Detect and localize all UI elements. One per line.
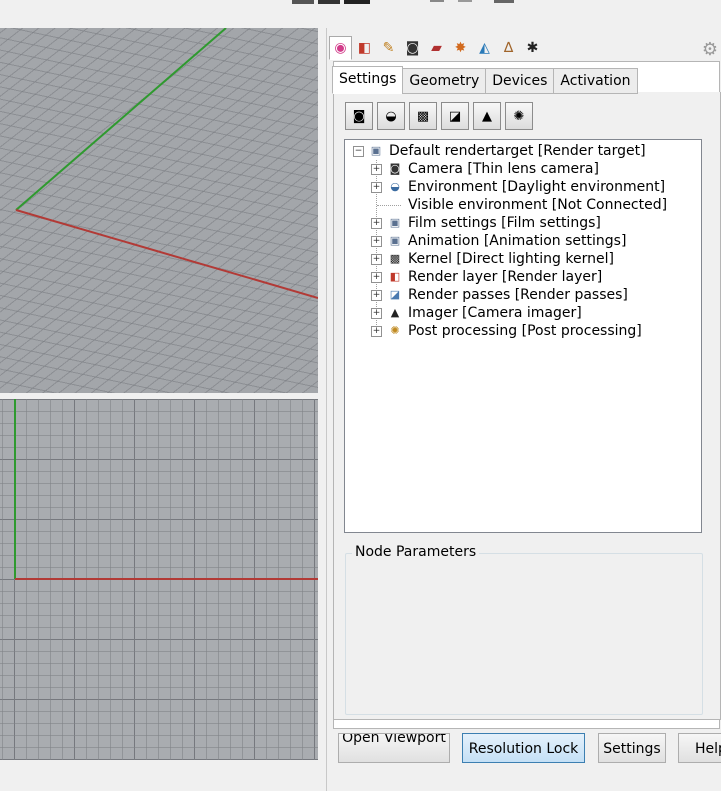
tree-node[interactable]: + ◙ Camera [Thin lens camera] [345,160,685,178]
perspective-axes [15,28,318,299]
collapse-icon[interactable]: − [353,146,364,157]
environment-button[interactable]: ◒ [377,102,405,130]
render-target-icon: ▣ [370,144,382,157]
front-viewport[interactable] [0,399,318,760]
wand-icon: ∆ [503,40,514,56]
icon-tab-burst-icon[interactable]: ✸ [449,36,472,60]
icon-tab-strip: ◉ ◧ ✎ ◙ ▰ ✸ ◭ ∆ ✱ [329,36,545,60]
expand-icon[interactable]: + [371,254,382,265]
tree-node[interactable]: + ▩ Kernel [Direct lighting kernel] [345,250,685,268]
open-viewport-button[interactable]: Open Viewport [338,733,450,763]
kernel-icon: ▩ [416,108,430,124]
imager-icon: ▲ [390,306,400,319]
tree-node-label: Render layer [Render layer] [408,269,603,285]
top-toolbar-strip [0,0,721,28]
top-toolbar-clipped-icons [292,0,514,4]
post-processing-icon: ✺ [513,108,525,124]
settings-tabs: Settings Geometry Devices Activation [332,66,638,94]
tree-node[interactable]: + ◒ Environment [Daylight environment] [345,178,685,196]
y-axis-line [15,28,227,211]
tree-root-node[interactable]: − ▣ Default rendertarget [Render target] [345,142,685,160]
open-viewport-label: Open Viewport [342,733,446,746]
objects-icon: ◭ [479,40,490,56]
tab-geometry[interactable]: Geometry [402,68,487,94]
edit-icon: ✎ [382,40,395,56]
tree-node[interactable]: + ✺ Post processing [Post processing] [345,322,685,340]
expand-icon[interactable]: + [371,308,382,319]
animation-icon: ▣ [389,234,401,247]
tree-node[interactable]: + ◪ Render passes [Render passes] [345,286,685,304]
camera-icon: ◙ [389,162,401,175]
kernel-icon: ▩ [389,252,401,265]
tree-node[interactable]: + ▣ Film settings [Film settings] [345,214,685,232]
camera-icon: ◙ [352,108,366,124]
help-button[interactable]: Help [678,733,721,763]
tree-node-label: Environment [Daylight environment] [408,179,666,195]
gear-icon[interactable]: ⚙ [702,39,718,60]
imager-icon: ▲ [482,108,492,124]
tree-node-label: Render passes [Render passes] [408,287,628,303]
tab-settings[interactable]: Settings [332,66,404,94]
resolution-lock-button[interactable]: Resolution Lock [462,733,585,763]
tree-node[interactable]: + ◧ Render layer [Render layer] [345,268,685,286]
settings-button[interactable]: Settings [598,733,666,763]
expand-icon[interactable]: + [371,236,382,247]
render-passes-icon: ◪ [448,108,462,124]
icon-tab-wand-icon[interactable]: ∆ [497,36,520,60]
post-processing-button[interactable]: ✺ [505,102,533,130]
render-passes-button[interactable]: ◪ [441,102,469,130]
expand-icon[interactable]: + [371,290,382,301]
book-icon: ▰ [431,40,442,56]
node-parameters-title: Node Parameters [352,544,480,560]
expand-icon[interactable]: + [371,182,382,193]
tree-node-label: Animation [Animation settings] [408,233,627,249]
kernel-button[interactable]: ▩ [409,102,437,130]
icon-tab-objects-icon[interactable]: ◭ [473,36,496,60]
node-tree[interactable]: − ▣ Default rendertarget [Render target] + ◙… [344,139,702,533]
expand-icon[interactable]: + [371,272,382,283]
render-passes-icon: ◪ [389,288,401,301]
tree-root-label: Default rendertarget [Render target] [389,143,646,159]
node-parameters-group [345,553,703,715]
film-icon: ▣ [389,216,401,229]
tab-activation[interactable]: Activation [553,68,638,94]
tree-guide-line [377,205,401,206]
tree-node[interactable]: + ▣ Animation [Animation settings] [345,232,685,250]
icon-tab-book-icon[interactable]: ▰ [425,36,448,60]
tree-node-label: Camera [Thin lens camera] [408,161,599,177]
node-toolbar: ◙ ◒ ▩ ◪ ▲ ✺ [345,102,537,130]
render-layer-icon: ◧ [389,270,401,283]
x-axis-line [15,209,318,299]
materials-icon: ◧ [357,40,372,56]
star-gear-icon: ✱ [526,40,539,56]
color-wheel-icon: ◉ [334,40,347,56]
expand-icon[interactable]: + [371,218,382,229]
tree-node[interactable]: + ▲ Imager [Camera imager] [345,304,685,322]
tree-node[interactable]: Visible environment [Not Connected] [345,196,685,214]
burst-icon: ✸ [454,40,467,56]
icon-tab-star-gear-icon[interactable]: ✱ [521,36,544,60]
expand-icon[interactable]: + [371,326,382,337]
tree-node-label: Kernel [Direct lighting kernel] [408,251,614,267]
tree-node-label: Film settings [Film settings] [408,215,601,231]
imager-button[interactable]: ▲ [473,102,501,130]
expand-icon[interactable]: + [371,164,382,175]
post-processing-icon: ✺ [390,324,400,337]
icon-tab-color-wheel-icon[interactable]: ◉ [329,36,352,60]
icon-tab-materials-icon[interactable]: ◧ [353,36,376,60]
icon-tab-edit-icon[interactable]: ✎ [377,36,400,60]
tab-devices[interactable]: Devices [485,68,555,94]
tree-node-label: Imager [Camera imager] [408,305,582,321]
camera-button[interactable]: ◙ [345,102,373,130]
icon-tab-camera-icon[interactable]: ◙ [401,36,424,60]
environment-icon: ◒ [390,180,400,193]
environment-icon: ◒ [385,108,397,124]
tree-node-label: Post processing [Post processing] [408,323,642,339]
perspective-viewport[interactable] [0,28,318,393]
front-axes [14,399,318,580]
camera-icon: ◙ [405,40,420,56]
tree-node-label: Visible environment [Not Connected] [408,197,668,213]
